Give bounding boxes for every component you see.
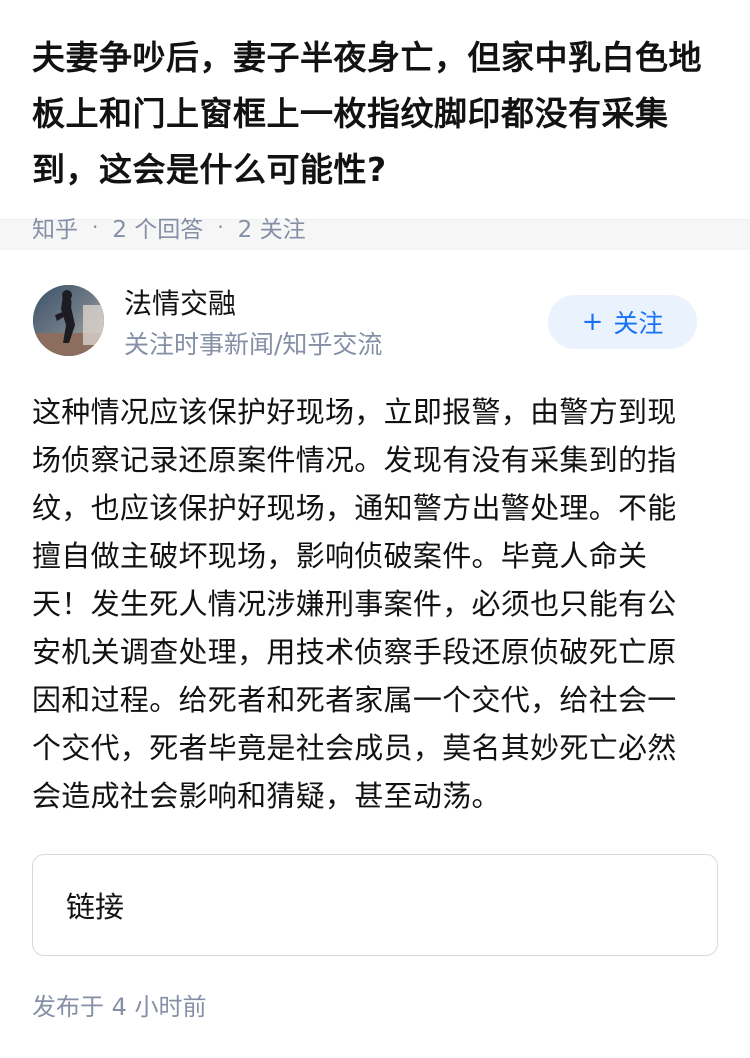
answer-count[interactable]: 2 个回答	[112, 210, 203, 244]
author-headline: 关注时事新闻/知乎交流	[124, 330, 383, 359]
answer-text: 这种情况应该保护好现场，立即报警，由警方到现场侦察记录还原案件情况。发现有没有采…	[32, 395, 677, 813]
publish-time: 发布于 4 小时前	[32, 993, 207, 1021]
source-label[interactable]: 知乎	[32, 210, 78, 244]
follower-count[interactable]: 2 关注	[238, 210, 306, 244]
link-card[interactable]: 链接	[32, 854, 718, 956]
link-card-label: 链接	[66, 890, 125, 924]
plus-icon: +	[581, 307, 604, 337]
question-header: 夫妻争吵后，妻子半夜身亡，但家中乳白色地板上和门上窗框上一枚指纹脚印都没有采集到…	[0, 0, 750, 243]
avatar[interactable]	[33, 285, 104, 356]
author-name[interactable]: 法情交融	[124, 284, 236, 324]
follow-button-label: 关注	[613, 309, 664, 338]
avatar-image	[33, 285, 104, 356]
question-title[interactable]: 夫妻争吵后，妻子半夜身亡，但家中乳白色地板上和门上窗框上一枚指纹脚印都没有采集到…	[32, 30, 718, 198]
answer-content: 这种情况应该保护好现场，立即报警，由警方到现场侦察记录还原案件情况。发现有没有采…	[32, 388, 702, 820]
meta-separator: ·	[92, 215, 99, 239]
meta-separator: ·	[217, 215, 224, 239]
follow-button[interactable]: + 关注	[548, 295, 697, 349]
author-row: 法情交融 关注时事新闻/知乎交流 + 关注	[0, 250, 750, 359]
